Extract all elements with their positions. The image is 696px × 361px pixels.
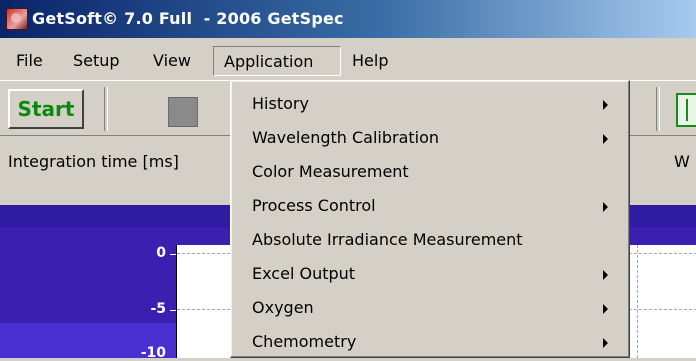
menu-item-excel-output[interactable]: Excel Output	[231, 257, 629, 291]
menu-application[interactable]: Application	[213, 46, 341, 76]
menu-bar: File Setup View Application Help	[0, 44, 696, 78]
menu-item-label: Color Measurement	[252, 162, 409, 181]
grid-line	[637, 245, 638, 358]
parameter-label-truncated: W	[674, 152, 690, 171]
vertical-resize-icon[interactable]	[676, 93, 696, 127]
menu-item-label: Chemometry	[252, 332, 357, 351]
submenu-arrow-icon	[603, 134, 608, 144]
menu-item-label: Wavelength Calibration	[252, 128, 440, 147]
stop-button[interactable]	[168, 97, 198, 127]
submenu-arrow-icon	[603, 270, 608, 280]
y-tick-label: 0	[156, 245, 166, 261]
start-button[interactable]: Start	[8, 89, 84, 129]
toolbar-separator	[104, 87, 108, 131]
app-icon[interactable]	[6, 8, 28, 30]
menu-help[interactable]: Help	[342, 48, 398, 74]
menu-item-absolute-irradiance[interactable]: Absolute Irradiance Measurement	[231, 223, 629, 257]
y-tick-label: -5	[150, 301, 166, 317]
toolbar-separator	[656, 87, 660, 131]
menu-item-label: Absolute Irradiance Measurement	[252, 230, 523, 249]
menu-file[interactable]: File	[6, 48, 53, 74]
menu-item-label: Excel Output	[252, 264, 356, 283]
menu-item-process-control[interactable]: Process Control	[231, 189, 629, 223]
y-tick-mark	[170, 254, 176, 255]
menu-item-chemometry[interactable]: Chemometry	[231, 325, 629, 359]
menu-item-label: Process Control	[252, 196, 376, 215]
menu-item-history[interactable]: History	[231, 87, 629, 121]
submenu-arrow-icon	[603, 338, 608, 348]
application-menu-dropdown: History Wavelength Calibration Color Mea…	[230, 80, 630, 358]
integration-time-label: Integration time [ms]	[8, 152, 179, 171]
y-tick-label: -10	[140, 345, 166, 361]
menu-item-color-measurement[interactable]: Color Measurement	[231, 155, 629, 189]
menu-item-oxygen[interactable]: Oxygen	[231, 291, 629, 325]
menu-item-label: History	[252, 94, 309, 113]
window-title: GetSoft© 7.0 Full - 2006 GetSpec	[32, 9, 344, 28]
submenu-arrow-icon	[603, 202, 608, 212]
y-tick-mark	[170, 310, 176, 311]
submenu-arrow-icon	[603, 100, 608, 110]
menu-view[interactable]: View	[143, 48, 201, 74]
menu-item-label: Oxygen	[252, 298, 314, 317]
submenu-arrow-icon	[603, 304, 608, 314]
menu-item-wavelength-calibration[interactable]: Wavelength Calibration	[231, 121, 629, 155]
menu-setup[interactable]: Setup	[63, 48, 130, 74]
title-bar[interactable]: GetSoft© 7.0 Full - 2006 GetSpec	[0, 0, 696, 38]
